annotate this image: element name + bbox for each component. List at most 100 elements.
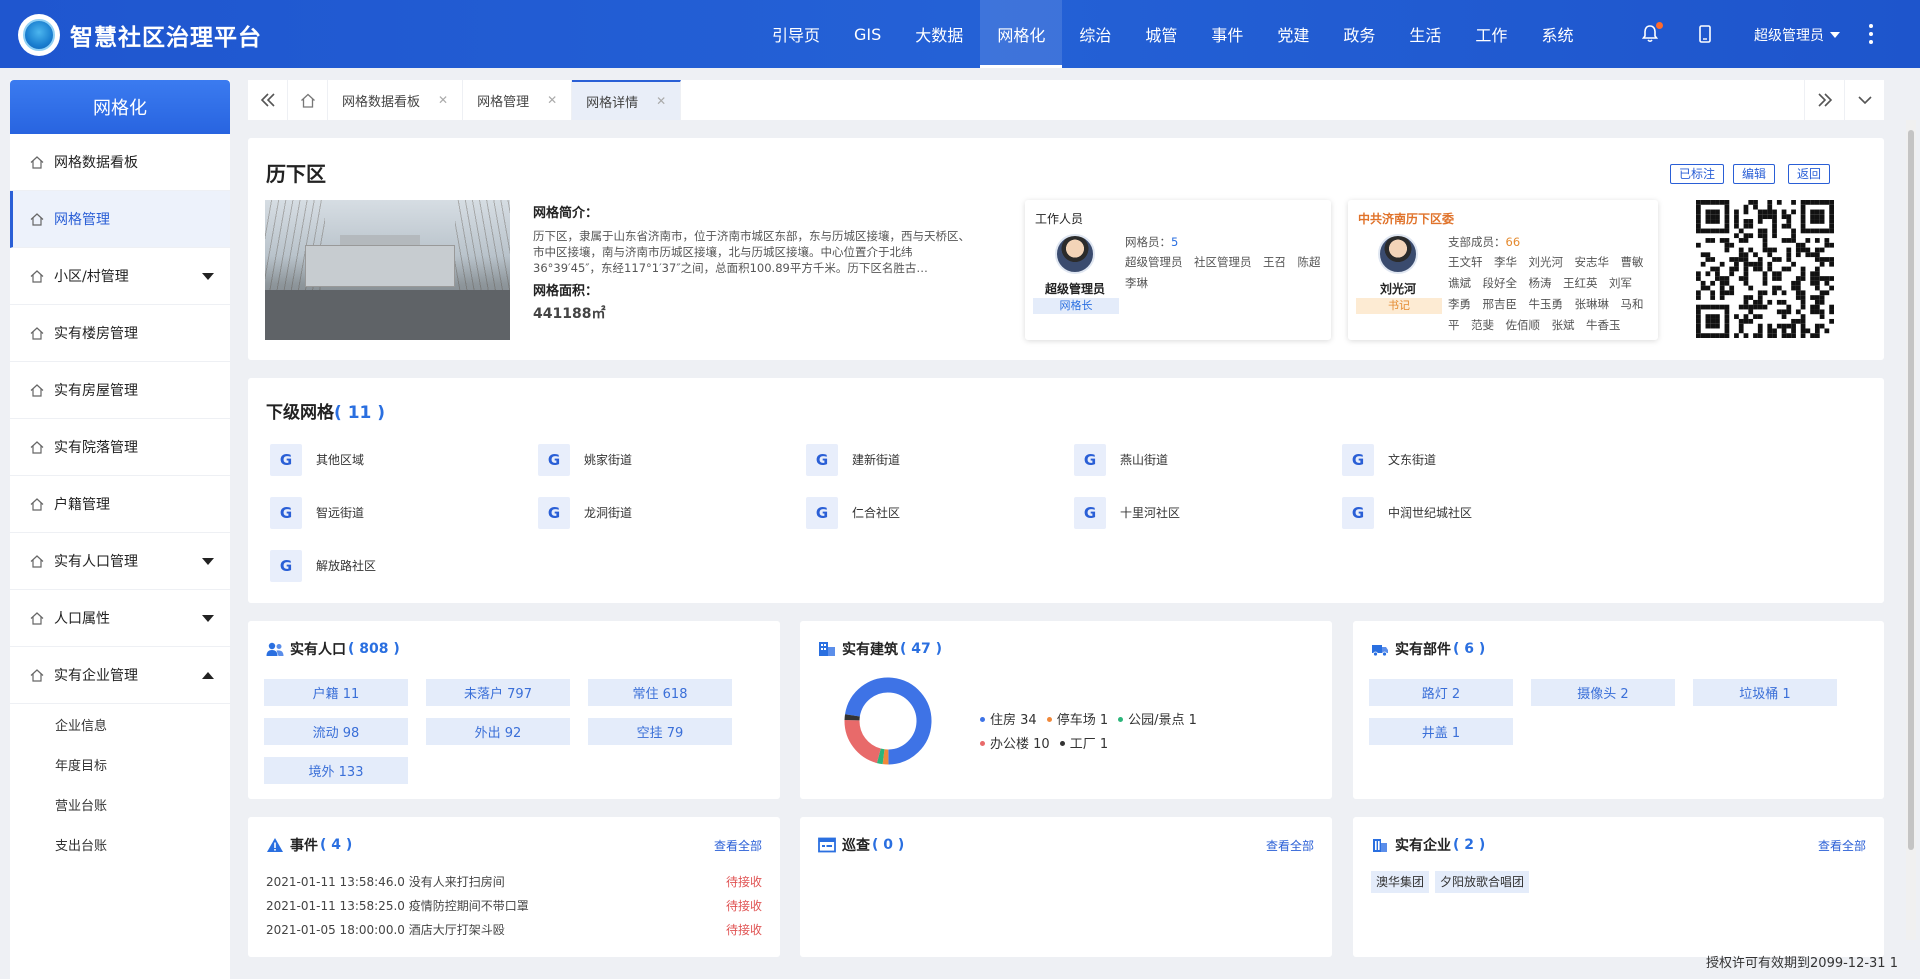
parts-chip[interactable]: 垃圾桶 1: [1693, 679, 1837, 706]
sidebar-item[interactable]: 实有楼房管理: [10, 305, 230, 362]
top-nav-item[interactable]: 综治: [1062, 0, 1128, 68]
home-icon: [30, 554, 44, 568]
population-chip[interactable]: 外出 92: [426, 718, 570, 745]
scroll-left-icon[interactable]: [248, 80, 288, 120]
sidebar-item[interactable]: 实有企业管理: [10, 647, 230, 704]
people-icon: [266, 642, 284, 656]
sidebar-subitem[interactable]: 营业台账: [10, 784, 230, 824]
event-status: 待接收: [725, 899, 762, 913]
sidebar-item[interactable]: 网格管理: [10, 191, 230, 248]
top-nav-item[interactable]: 网格化: [980, 0, 1063, 68]
intro-label: 网格简介：: [533, 206, 599, 221]
subgrid-item[interactable]: G 中润世纪城社区: [1342, 496, 1610, 529]
scrollbar-thumb[interactable]: [1908, 130, 1914, 850]
top-nav-item[interactable]: 党建: [1260, 0, 1326, 68]
population-chip[interactable]: 未落户 797: [426, 679, 570, 706]
page-scrollbar[interactable]: [1906, 120, 1916, 940]
close-icon[interactable]: ✕: [547, 93, 557, 107]
sidebar-item[interactable]: 实有房屋管理: [10, 362, 230, 419]
subgrid-item[interactable]: G 仁合社区: [806, 496, 1074, 529]
subgrid-item[interactable]: G 其他区域: [270, 443, 538, 476]
enterprise-view-all-link[interactable]: 查看全部: [1818, 837, 1866, 854]
subgrid-name: 建新街道: [852, 453, 901, 467]
events-view-all-link[interactable]: 查看全部: [714, 837, 762, 854]
grid-badge-icon: G: [538, 443, 570, 476]
subgrid-item[interactable]: G 龙洞街道: [538, 496, 806, 529]
tab-menu-chevron-icon[interactable]: [1844, 80, 1884, 120]
event-row[interactable]: 2021-01-05 18:00:00.0 酒店大厅打架斗殴: [266, 921, 766, 938]
subgrid-item[interactable]: G 十里河社区: [1074, 496, 1342, 529]
subgrid-item[interactable]: G 燕山街道: [1074, 443, 1342, 476]
sidebar-item[interactable]: 实有人口管理: [10, 533, 230, 590]
top-nav-item[interactable]: 系统: [1524, 0, 1590, 68]
patrol-view-all-link[interactable]: 查看全部: [1266, 837, 1314, 854]
caret-down-icon: [202, 273, 214, 280]
subgrid-item[interactable]: G 姚家街道: [538, 443, 806, 476]
patrol-title: 巡查( 0 ): [818, 835, 904, 855]
more-vertical-icon[interactable]: [1868, 24, 1874, 44]
tab-bar: 网格数据看板 ✕ 网格管理 ✕ 网格详情 ✕: [248, 80, 1884, 120]
parts-chip[interactable]: 井盖 1: [1369, 718, 1513, 745]
sidebar-item[interactable]: 实有院落管理: [10, 419, 230, 476]
event-status: 待接收: [725, 923, 762, 937]
population-chip[interactable]: 户籍 11: [264, 679, 408, 706]
population-chip[interactable]: 常住 618: [588, 679, 732, 706]
edit-button[interactable]: 编辑: [1733, 164, 1776, 184]
sidebar-item[interactable]: 网格数据看板: [10, 134, 230, 191]
top-nav-item[interactable]: 大数据: [898, 0, 980, 68]
top-nav-item[interactable]: 引导页: [755, 0, 837, 68]
parts-chip[interactable]: 路灯 2: [1369, 679, 1513, 706]
enterprise-chip[interactable]: 澳华集团: [1371, 871, 1430, 893]
top-nav-item[interactable]: 生活: [1392, 0, 1458, 68]
sidebar-subitem[interactable]: 支出台账: [10, 824, 230, 864]
event-row[interactable]: 2021-01-11 13:58:46.0 没有人来打扫房间: [266, 873, 766, 890]
sidebar-item-label: 实有院落管理: [54, 440, 138, 456]
sidebar-item-label: 实有企业管理: [54, 668, 138, 684]
top-nav-item[interactable]: GIS: [837, 0, 898, 68]
sidebar-item[interactable]: 户籍管理: [10, 476, 230, 533]
staff-card: 工作人员 超级管理员 网格长 网格员：5 超级管理员 社区管理员 王召 陈超 李…: [1025, 200, 1331, 340]
building-icon: [819, 642, 835, 656]
marked-button[interactable]: 已标注: [1670, 164, 1725, 184]
population-title: 实有人口( 808 ): [266, 639, 400, 659]
buildings-title: 实有建筑( 47 ): [818, 639, 942, 659]
parts-chip[interactable]: 摄像头 2: [1531, 679, 1675, 706]
population-chip[interactable]: 空挂 79: [588, 718, 732, 745]
sidebar-subitem[interactable]: 年度目标: [10, 744, 230, 784]
subgrid-name: 龙洞街道: [584, 506, 633, 520]
population-chip[interactable]: 流动 98: [264, 718, 408, 745]
staff-avatar: [1055, 234, 1095, 274]
home-tab-icon[interactable]: [288, 80, 328, 120]
subgrid-item[interactable]: G 智远街道: [270, 496, 538, 529]
grid-badge-icon: G: [538, 496, 570, 529]
close-icon[interactable]: ✕: [438, 93, 448, 107]
bell-icon[interactable]: [1640, 22, 1663, 44]
top-nav-item[interactable]: 工作: [1458, 0, 1524, 68]
user-name: 超级管理员: [1754, 28, 1824, 44]
mobile-icon[interactable]: [1695, 24, 1715, 44]
sidebar-item[interactable]: 人口属性: [10, 590, 230, 647]
subgrid-item[interactable]: G 文东街道: [1342, 443, 1610, 476]
back-button[interactable]: 返回: [1788, 164, 1831, 184]
patrol-card: 巡查( 0 ) 查看全部: [800, 817, 1332, 957]
tab[interactable]: 网格管理 ✕: [463, 80, 573, 120]
scroll-right-icon[interactable]: [1804, 80, 1844, 120]
top-nav-item[interactable]: 城管: [1128, 0, 1194, 68]
top-nav-item[interactable]: 事件: [1194, 0, 1260, 68]
user-menu[interactable]: 超级管理员: [1754, 25, 1840, 45]
event-row[interactable]: 2021-01-11 13:58:25.0 疫情防控期间不带口罩: [266, 897, 766, 914]
top-nav-item[interactable]: 政务: [1326, 0, 1392, 68]
legend-label: 工厂 1: [1069, 737, 1109, 752]
tab[interactable]: 网格详情 ✕: [572, 80, 682, 120]
close-icon[interactable]: ✕: [656, 94, 666, 108]
tab[interactable]: 网格数据看板 ✕: [328, 80, 464, 120]
subgrid-item[interactable]: G 建新街道: [806, 443, 1074, 476]
grid-badge-icon: G: [806, 496, 838, 529]
subgrid-item[interactable]: G 解放路社区: [270, 549, 538, 582]
sidebar-item-label: 网格数据看板: [54, 155, 138, 171]
sidebar-subitem[interactable]: 企业信息: [10, 704, 230, 744]
enterprise-chip[interactable]: 夕阳放歌合唱团: [1435, 871, 1530, 893]
sidebar-item[interactable]: 小区/村管理: [10, 248, 230, 305]
population-chip[interactable]: 境外 133: [264, 757, 408, 784]
grid-badge-icon: G: [1342, 443, 1374, 476]
